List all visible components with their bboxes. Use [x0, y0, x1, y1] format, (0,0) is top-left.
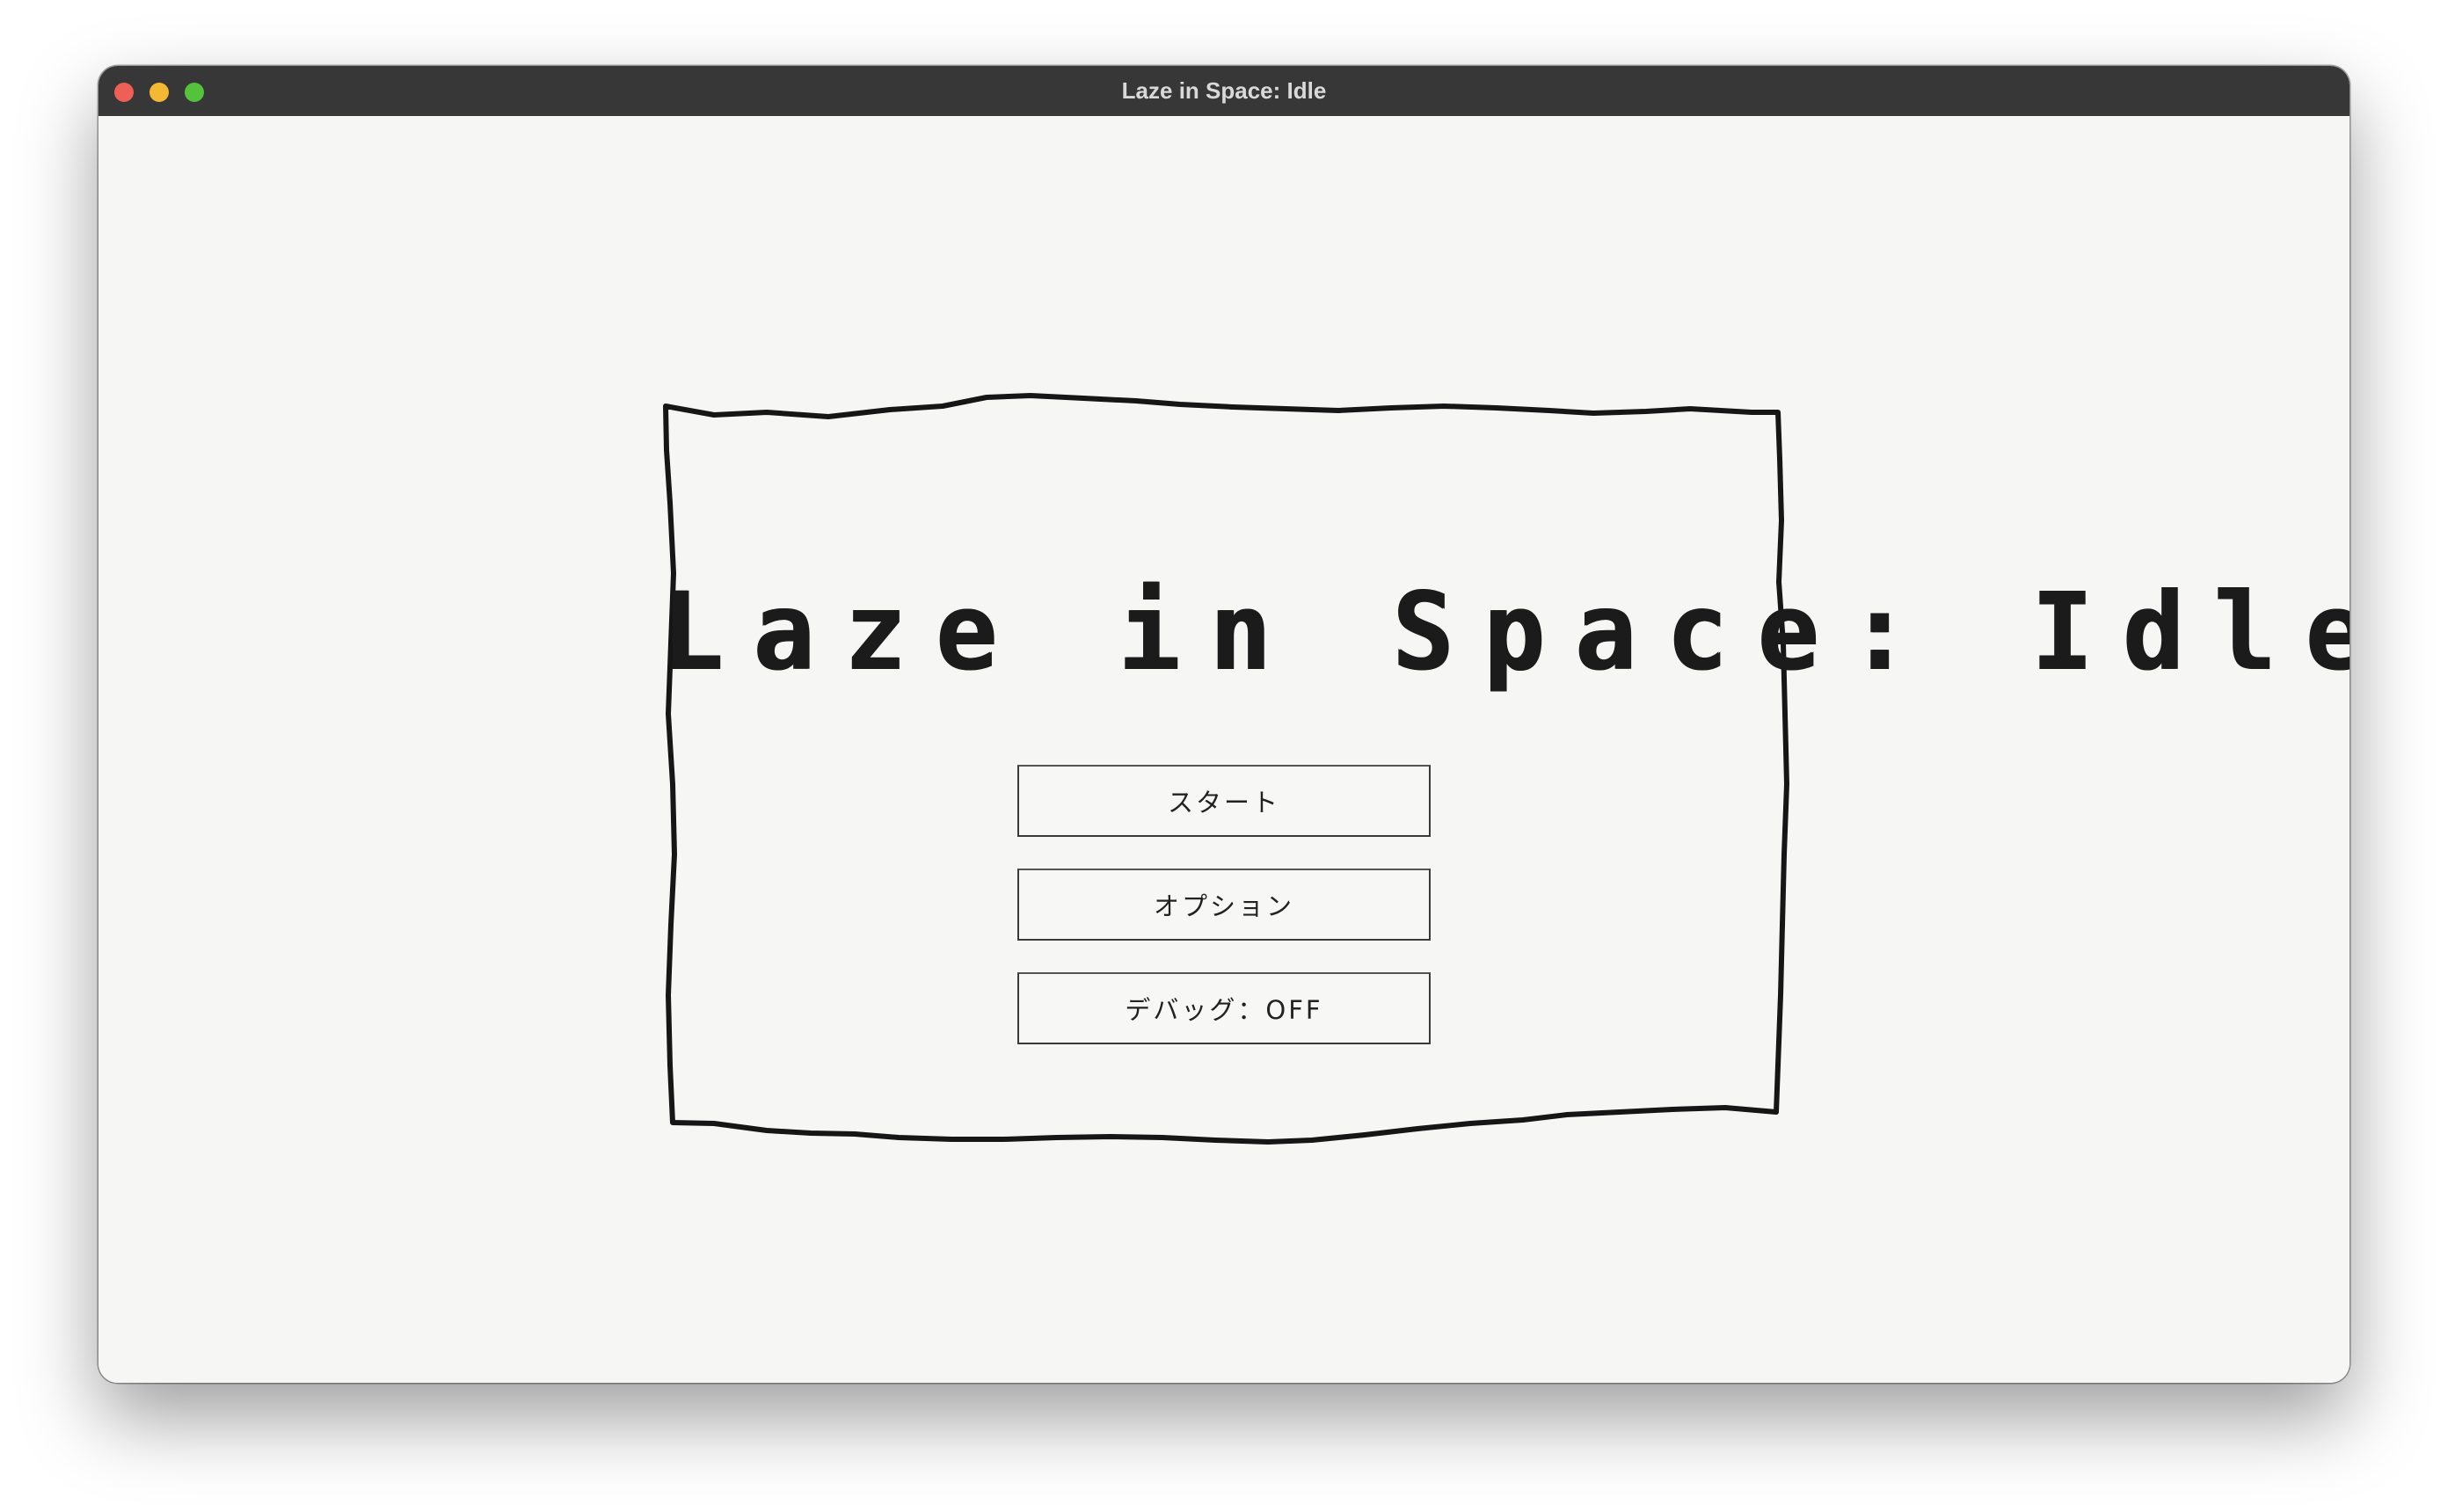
game-title: Laze in Space: Idle: [661, 570, 2350, 695]
close-window-button[interactable]: [114, 83, 134, 102]
start-button[interactable]: スタート: [1017, 765, 1431, 837]
maximize-window-button[interactable]: [185, 83, 204, 102]
options-button-label: オプション: [1153, 891, 1294, 921]
game-canvas: Laze in Space: Idle スタート オプション デバッグ：OFF: [98, 116, 2350, 1383]
start-button-label: スタート: [1167, 788, 1280, 818]
desktop: Laze in Space: Idle Laze in Space: Idle …: [0, 0, 2448, 1512]
debug-toggle-button[interactable]: デバッグ：OFF: [1017, 972, 1431, 1044]
app-window: Laze in Space: Idle Laze in Space: Idle …: [98, 66, 2350, 1383]
window-title: Laze in Space: Idle: [1121, 77, 1327, 104]
title-bar[interactable]: Laze in Space: Idle: [98, 66, 2350, 116]
options-button[interactable]: オプション: [1017, 869, 1431, 941]
hand-drawn-frame: [663, 393, 1789, 1145]
debug-toggle-label: デバッグ：OFF: [1125, 995, 1323, 1025]
minimize-window-button[interactable]: [149, 83, 169, 102]
